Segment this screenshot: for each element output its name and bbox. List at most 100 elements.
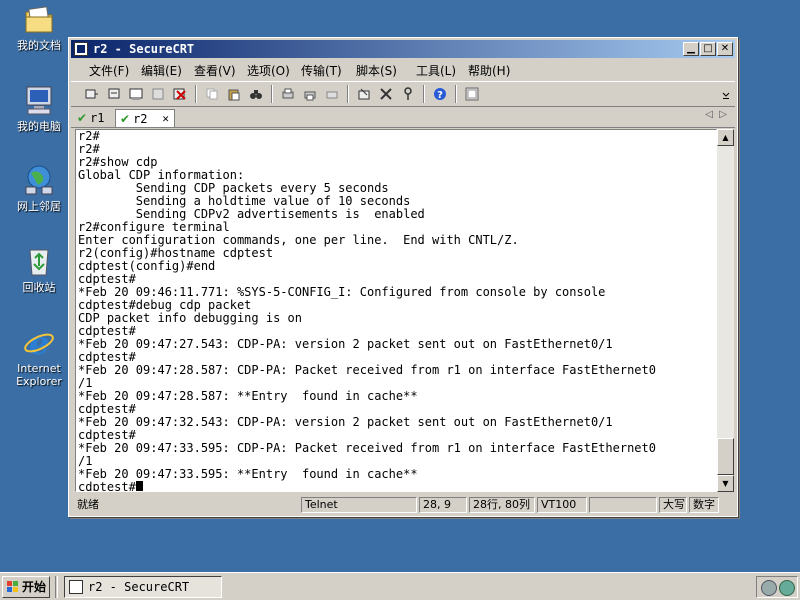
paste-icon — [228, 89, 240, 101]
help-button[interactable]: ? — [431, 85, 449, 103]
terminal-output[interactable]: r2# r2# r2#show cdp Global CDP information:… — [75, 129, 717, 492]
menu-help[interactable]: 帮助(H) — [468, 62, 510, 79]
minimize-button[interactable]: ▁ — [683, 42, 699, 56]
desktop-icon-internet-explorer[interactable]: e Internet Explorer — [8, 324, 70, 388]
global-options-button[interactable] — [377, 85, 395, 103]
session-options-button[interactable] — [355, 85, 373, 103]
connected-check-icon: ✔ — [77, 111, 88, 125]
toolbar-separator — [423, 85, 425, 103]
tab-label: r1 — [90, 111, 105, 125]
recycle-bin-icon — [22, 244, 56, 278]
title-bar[interactable]: r2 - SecureCRT ▁ □ ✕ — [71, 40, 735, 58]
terminal-prompt: cdptest# — [78, 480, 136, 492]
print-selection-button[interactable] — [301, 85, 319, 103]
status-caps: 大写 — [659, 497, 687, 513]
menu-edit[interactable]: 编辑(E) — [141, 62, 182, 79]
desktop-icon-label: 网上邻居 — [17, 200, 61, 213]
connected-check-icon: ✔ — [120, 112, 131, 126]
toolbar-separator — [455, 85, 457, 103]
tray-sound-icon[interactable] — [761, 580, 777, 596]
status-blank — [589, 497, 657, 513]
reconnect-icon — [152, 88, 164, 100]
status-emulation: VT100 — [537, 497, 587, 513]
tab-r1[interactable]: ✔ r1 — [77, 109, 113, 127]
menu-bar: 文件(F) 编辑(E) 查看(V) 选项(O) 传输(T) 脚本(S) 工具(L… — [71, 60, 735, 79]
menu-options[interactable]: 选项(O) — [247, 62, 290, 79]
terminal-scrollbar[interactable]: ▲ ▼ — [717, 129, 734, 492]
connect-icon — [85, 89, 98, 99]
scroll-down-button[interactable]: ▼ — [717, 475, 734, 492]
reconnect-button[interactable] — [149, 85, 167, 103]
internet-explorer-icon: e — [22, 324, 56, 362]
terminal-line: *Feb 20 09:47:33.595: CDP-PA: Packet rec… — [78, 441, 656, 455]
desktop-icon-label: 回收站 — [22, 281, 56, 294]
status-protocol: Telnet — [301, 497, 417, 513]
svg-text:e: e — [29, 325, 49, 359]
tab-scroll-left-icon[interactable]: ◁ — [705, 109, 713, 120]
binoculars-icon — [250, 90, 262, 99]
securecrt-window: r2 - SecureCRT ▁ □ ✕ 文件(F) 编辑(E) 查看(V) 选项(… — [68, 37, 738, 517]
menu-script[interactable]: 脚本(S) — [356, 62, 397, 79]
keymap-button[interactable] — [399, 85, 417, 103]
start-label: 开始 — [22, 580, 47, 594]
scroll-thumb[interactable] — [717, 438, 734, 475]
svg-text:?: ? — [437, 90, 443, 101]
tab-close-icon[interactable]: ✕ — [162, 110, 169, 128]
desktop-icon-my-documents[interactable]: 我的文档 — [8, 2, 70, 52]
about-button[interactable] — [463, 85, 481, 103]
terminal-line: *Feb 20 09:47:27.543: CDP-PA: version 2 … — [78, 337, 613, 351]
tab-r2[interactable]: ✔ r2 ✕ — [115, 109, 175, 127]
terminal-line: cdptest(config)#end — [78, 259, 216, 273]
printer-icon — [326, 91, 338, 99]
quick-connect-icon — [108, 88, 120, 99]
session-options-icon — [358, 88, 370, 100]
tools-icon — [380, 88, 392, 100]
disconnect-button[interactable] — [171, 85, 189, 103]
menu-tools[interactable]: 工具(L) — [416, 62, 456, 79]
toolbar-overflow-button[interactable] — [719, 85, 730, 103]
terminal-line: r2# — [78, 129, 100, 143]
windows-flag-icon — [7, 581, 18, 592]
print-screen-button[interactable] — [323, 85, 341, 103]
desktop-icon-label: 我的电脑 — [17, 120, 61, 133]
my-documents-icon — [22, 2, 56, 36]
menu-transfer[interactable]: 传输(T) — [301, 62, 342, 79]
paste-button[interactable] — [225, 85, 243, 103]
securecrt-app-icon — [74, 42, 88, 56]
terminal-line: CDP packet info debugging is on — [78, 311, 302, 325]
desktop-icon-recycle-bin[interactable]: 回收站 — [8, 244, 70, 294]
terminal-line: *Feb 20 09:47:28.587: **Entry found in c… — [78, 389, 418, 403]
terminal-line: *Feb 20 09:47:32.543: CDP-PA: version 2 … — [78, 415, 613, 429]
my-computer-icon — [22, 83, 56, 117]
connect-in-tab-button[interactable] — [127, 85, 145, 103]
desktop-icon-label: 我的文档 — [17, 39, 61, 52]
taskbar-button-securecrt[interactable]: r2 - SecureCRT — [64, 576, 222, 598]
quick-connect-button[interactable] — [105, 85, 123, 103]
disconnect-icon — [173, 88, 186, 100]
copy-icon — [206, 88, 218, 100]
taskbar-button-label: r2 - SecureCRT — [88, 580, 190, 594]
session-tab-bar: ✔ r1 ✔ r2 ✕ ◁ ▷ — [71, 107, 735, 128]
close-button[interactable]: ✕ — [717, 42, 733, 56]
print-selection-icon — [304, 91, 316, 101]
window-title: r2 - SecureCRT — [93, 42, 195, 56]
toolbar-separator — [347, 85, 349, 103]
menu-file[interactable]: 文件(F) — [89, 62, 129, 79]
tab-scroll-right-icon[interactable]: ▷ — [719, 109, 727, 120]
terminal-line: *Feb 20 09:47:28.587: CDP-PA: Packet rec… — [78, 363, 656, 377]
copy-button[interactable] — [203, 85, 221, 103]
taskbar: 开始 r2 - SecureCRT — [0, 572, 800, 600]
status-cursor-position: 28, 9 — [419, 497, 467, 513]
desktop-icon-my-computer[interactable]: 我的电脑 — [8, 83, 70, 133]
maximize-button[interactable]: □ — [700, 42, 716, 56]
desktop-icon-network-places[interactable]: 网上邻居 — [8, 163, 70, 213]
connect-button[interactable] — [83, 85, 101, 103]
scroll-up-button[interactable]: ▲ — [717, 129, 734, 146]
start-button[interactable]: 开始 — [2, 576, 50, 598]
status-rows-cols: 28行, 80列 — [469, 497, 535, 513]
print-button[interactable] — [279, 85, 297, 103]
key-icon — [404, 87, 412, 100]
tray-network-icon[interactable] — [779, 580, 795, 596]
find-button[interactable] — [247, 85, 265, 103]
menu-view[interactable]: 查看(V) — [194, 62, 236, 79]
